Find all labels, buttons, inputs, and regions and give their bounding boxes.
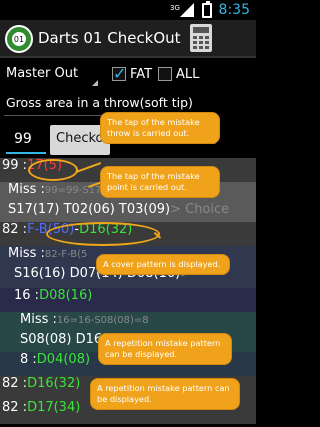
line-prefix: 99 : bbox=[2, 158, 28, 173]
line-value: 99=99-S17 bbox=[44, 185, 102, 196]
callout-mistake-point: The tap of the mistake point is carried … bbox=[100, 166, 220, 198]
line-prefix: 8 : bbox=[20, 352, 37, 367]
line-value: D17(34) bbox=[27, 400, 81, 415]
line-prefix: 82 : bbox=[2, 400, 28, 415]
line-prefix: 82 : bbox=[2, 376, 28, 391]
gross-area-label: Gross area in a throw(soft tip) bbox=[6, 95, 193, 110]
mode-select[interactable]: Master Out bbox=[6, 66, 78, 81]
app-logo-icon: 01 bbox=[5, 25, 33, 53]
callout-mistake-throw: The tap of the mistake throw is carried … bbox=[100, 112, 220, 144]
dropdown-arrow-icon bbox=[92, 80, 98, 86]
score-value: 99 bbox=[14, 131, 32, 147]
line-prefix: Miss : bbox=[20, 312, 57, 327]
all-label: ALL bbox=[176, 67, 200, 82]
result-line[interactable]: 16 : D08(16) bbox=[0, 288, 256, 312]
line-value: D16(32) bbox=[27, 376, 81, 391]
callout-repetition-2: A repetition mistake pattern can be disp… bbox=[90, 378, 240, 410]
clock: 8:35 bbox=[218, 2, 250, 18]
line-value: 16=16-S08(08)=8 bbox=[56, 315, 149, 326]
line-value: S08(08) D16 bbox=[20, 332, 103, 347]
line-value: D08(16) bbox=[39, 288, 93, 303]
line-prefix: 82 : bbox=[2, 222, 28, 237]
line-value: D04(08) bbox=[36, 352, 91, 367]
highlight-oval bbox=[28, 159, 78, 181]
line-prefix: Miss : bbox=[8, 182, 45, 197]
line-prefix: 16 : bbox=[14, 288, 40, 303]
status-bar: 3G 8:35 bbox=[0, 0, 256, 20]
battery-icon bbox=[202, 1, 212, 18]
line-value: 82-F-B(5 bbox=[44, 249, 88, 260]
score-input[interactable]: 99 bbox=[6, 126, 46, 154]
calculator-icon[interactable] bbox=[190, 24, 212, 52]
action-bar: 01 Darts 01 CheckOut bbox=[0, 20, 256, 58]
signal-icon: 3G bbox=[170, 3, 194, 17]
network-type: 3G bbox=[170, 4, 180, 12]
options-row: Master Out FAT ALL bbox=[0, 60, 256, 90]
app-title: Darts 01 CheckOut bbox=[38, 29, 181, 47]
fat-label: FAT bbox=[130, 67, 153, 82]
line-extra: > Choice bbox=[170, 202, 230, 217]
line-prefix: Miss : bbox=[8, 246, 45, 261]
callout-repetition-1: A repetition mistake pattern can be disp… bbox=[98, 333, 232, 365]
fat-checkbox[interactable] bbox=[112, 64, 126, 83]
highlight-oval bbox=[46, 222, 160, 246]
svg-text:01: 01 bbox=[14, 35, 24, 44]
line-value: S17(17) T02(06) T03(09) bbox=[8, 202, 171, 217]
all-checkbox[interactable] bbox=[158, 67, 172, 81]
callout-cover-pattern: A cover pattern is displayed. bbox=[96, 254, 230, 275]
